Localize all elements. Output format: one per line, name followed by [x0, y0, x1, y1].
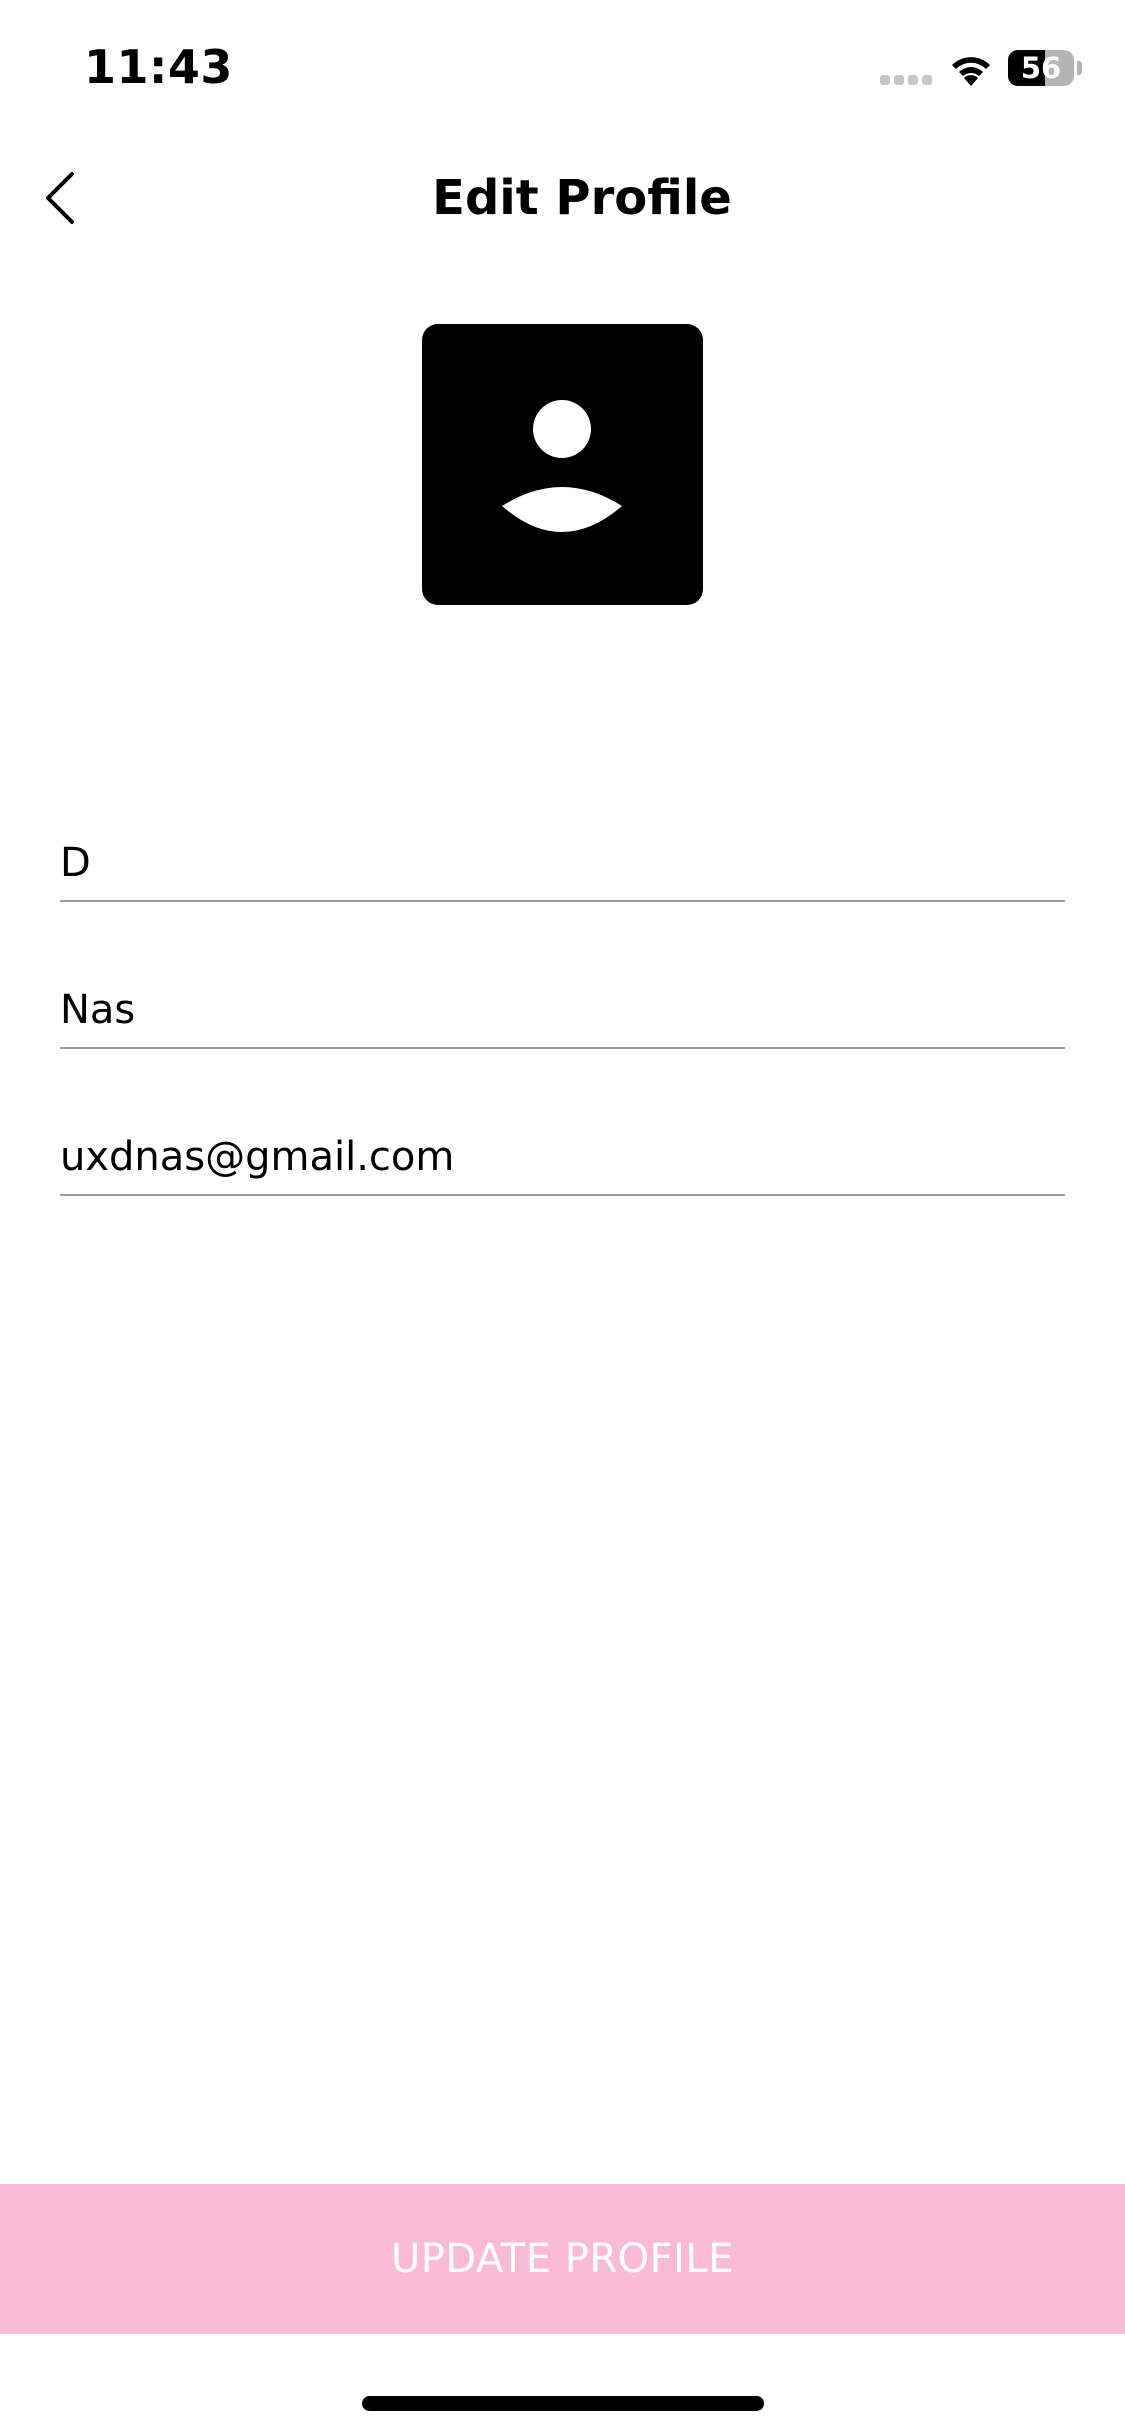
avatar[interactable]: [422, 324, 703, 605]
wifi-icon: [952, 57, 990, 86]
person-icon: [502, 400, 622, 532]
first-name-input[interactable]: [60, 840, 1065, 886]
last-name-input[interactable]: [60, 987, 1065, 1033]
email-input[interactable]: [60, 1134, 1065, 1180]
page-title: Edit Profile: [432, 170, 732, 226]
battery-level: 56: [1020, 51, 1062, 85]
status-time: 11:43: [84, 40, 233, 94]
last-name-field: [60, 957, 1065, 1049]
cellular-signal-icon: [880, 75, 932, 85]
update-profile-button[interactable]: UPDATE PROFILE: [0, 2184, 1125, 2334]
home-indicator[interactable]: [362, 2396, 764, 2411]
email-field: [60, 1104, 1065, 1196]
battery-icon: 56: [1008, 50, 1074, 86]
battery-cap: [1077, 61, 1082, 75]
edit-profile-screen: 11:43 56 Edit Profile UPDATE PROFILE: [0, 0, 1125, 2436]
first-name-field: [60, 810, 1065, 902]
